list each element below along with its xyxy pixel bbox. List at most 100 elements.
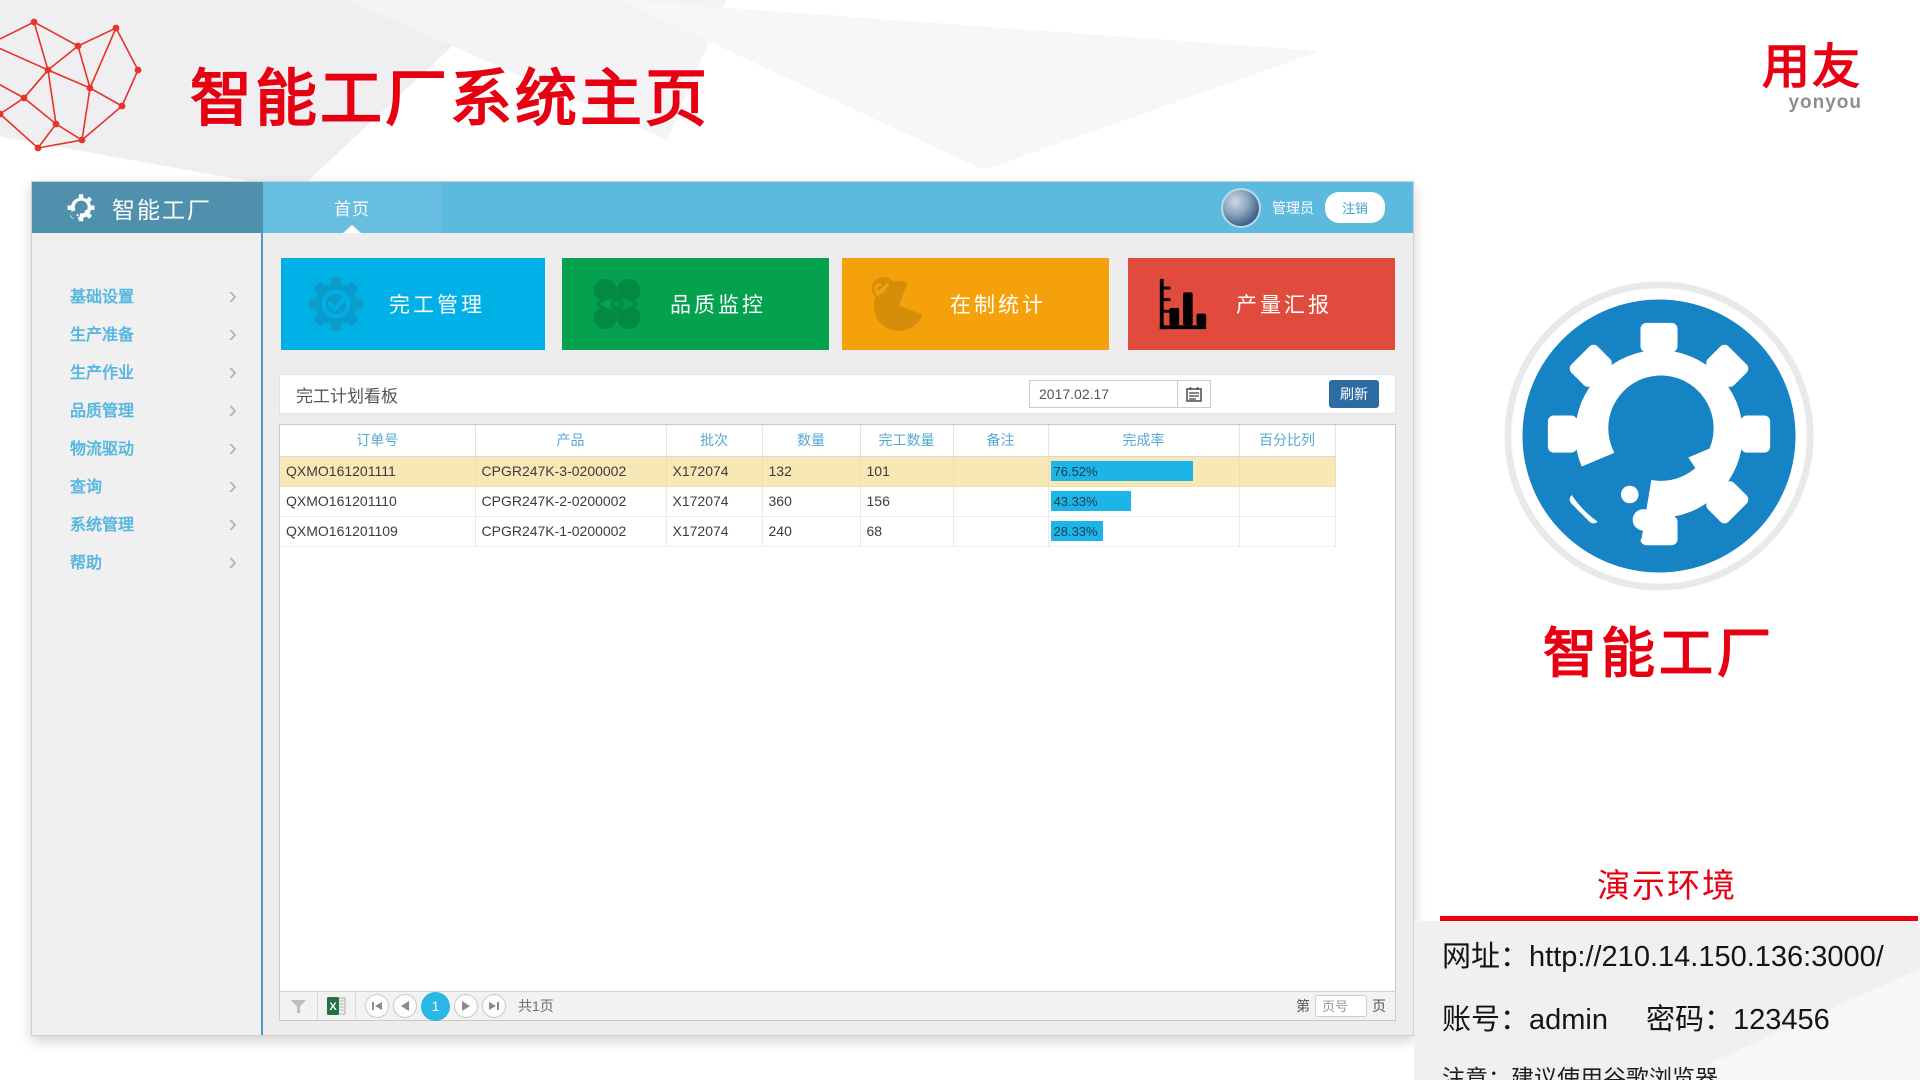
active-tab-notch xyxy=(343,225,361,233)
date-input[interactable] xyxy=(1029,380,1177,408)
url-label: 网址： xyxy=(1442,941,1529,973)
tile-label: 完工管理 xyxy=(389,289,485,319)
main-content: 完工管理 品质监控 xyxy=(265,233,1413,1035)
last-page-button[interactable] xyxy=(482,994,506,1018)
progress-bar: 76.52% xyxy=(1051,461,1193,481)
sidebar-item-label: 查询 xyxy=(70,473,102,497)
chevron-right-icon: › xyxy=(228,551,237,571)
yonyou-logo-en: yonyou xyxy=(1762,92,1862,114)
tile-output-report[interactable]: 产量汇报 xyxy=(1128,258,1395,350)
tab-home[interactable]: 首页 xyxy=(263,182,441,233)
cell-rate: 28.33% xyxy=(1048,516,1239,546)
progress-bar: 43.33% xyxy=(1051,491,1132,511)
page-title: 智能工厂系统主页 xyxy=(190,48,710,138)
goto-prefix: 第 xyxy=(1296,996,1310,1016)
prev-page-button[interactable] xyxy=(393,994,417,1018)
account-label: 账号： xyxy=(1442,1004,1529,1036)
cell-qty: 360 xyxy=(762,486,860,516)
logout-button[interactable]: 注销 xyxy=(1325,192,1385,223)
tile-completion-mgmt[interactable]: 完工管理 xyxy=(281,258,545,350)
col-note: 备注 xyxy=(953,425,1048,456)
sidebar-item-production-prep[interactable]: 生产准备 › xyxy=(32,314,261,352)
progress-label: 28.33% xyxy=(1051,524,1098,539)
url-line: 网址：http://210.14.150.136:3000/ xyxy=(1442,933,1906,975)
cell-done-qty: 156 xyxy=(860,486,953,516)
col-percent: 百分比列 xyxy=(1239,425,1335,456)
chevron-right-icon: › xyxy=(228,513,237,533)
demo-env-title: 演示环境 xyxy=(1414,859,1920,907)
sidebar: 基础设置› 生产准备› 生产作业› 品质管理› 物流驱动› 查询› 系统管理› … xyxy=(32,233,263,1035)
sidebar-item-logistics[interactable]: 物流驱动› xyxy=(32,428,261,466)
prev-page-icon xyxy=(401,1001,409,1011)
col-rate: 完成率 xyxy=(1048,425,1239,456)
tab-home-label: 首页 xyxy=(334,195,370,220)
app-header: 智能工厂 首页 管理员 注销 xyxy=(32,182,1413,233)
calendar-button[interactable] xyxy=(1177,380,1211,408)
app-brand: 智能工厂 xyxy=(32,182,263,233)
chevron-right-icon: › xyxy=(228,323,237,343)
sidebar-item-label: 系统管理 xyxy=(70,511,134,535)
col-batch: 批次 xyxy=(666,425,762,456)
sidebar-item-label: 生产准备 xyxy=(70,321,134,345)
calendar-icon xyxy=(1186,386,1202,402)
tile-wip-stats[interactable]: 在制统计 xyxy=(842,258,1109,350)
sidebar-item-basic-settings[interactable]: 基础设置› xyxy=(32,276,261,314)
pie-chart-icon xyxy=(868,275,926,333)
tile-quality-monitor[interactable]: 品质监控 xyxy=(562,258,829,350)
smart-factory-logo xyxy=(1503,280,1815,592)
quality-eye-icon xyxy=(588,275,646,333)
progress-label: 43.33% xyxy=(1051,494,1098,509)
col-order-no: 订单号 xyxy=(280,425,475,456)
chevron-right-icon: › xyxy=(228,475,237,495)
next-page-button[interactable] xyxy=(454,994,478,1018)
account-value: admin xyxy=(1529,1004,1608,1036)
export-excel-button[interactable]: X xyxy=(318,992,356,1020)
total-pages-label: 共1页 xyxy=(518,996,554,1016)
avatar[interactable] xyxy=(1221,188,1261,228)
refresh-button[interactable]: 刷新 xyxy=(1329,380,1379,408)
completion-plan-grid: 订单号 产品 批次 数量 完工数量 备注 完成率 百分比列 QXMO161201 xyxy=(279,424,1396,1021)
network-polygon-logo xyxy=(0,6,152,166)
next-page-icon xyxy=(462,1001,470,1011)
yonyou-logo-cn: 用友 xyxy=(1762,44,1862,92)
col-qty: 数量 xyxy=(762,425,860,456)
current-page-button[interactable]: 1 xyxy=(421,992,450,1021)
sidebar-item-label: 基础设置 xyxy=(70,283,134,307)
table-row[interactable]: QXMO161201111 CPGR247K-3-0200002 X172074… xyxy=(280,456,1335,486)
tile-label: 产量汇报 xyxy=(1236,289,1332,319)
filter-funnel-icon xyxy=(291,1000,306,1013)
chevron-right-icon: › xyxy=(228,437,237,457)
page-number-input[interactable] xyxy=(1315,995,1367,1017)
table-row[interactable]: QXMO161201109 CPGR247K-1-0200002 X172074… xyxy=(280,516,1335,546)
chevron-right-icon: › xyxy=(228,399,237,419)
cell-note xyxy=(953,516,1048,546)
sidebar-item-label: 生产作业 xyxy=(70,359,134,383)
cell-batch: X172074 xyxy=(666,516,762,546)
cell-done-qty: 101 xyxy=(860,456,953,486)
last-page-icon xyxy=(489,1001,499,1011)
filter-button[interactable] xyxy=(280,992,318,1020)
goto-page: 第 页 xyxy=(1296,995,1386,1017)
cell-batch: X172074 xyxy=(666,456,762,486)
sidebar-item-query[interactable]: 查询 › xyxy=(32,466,261,504)
sidebar-item-production-ops[interactable]: 生产作业 › xyxy=(32,352,261,390)
cell-product: CPGR247K-2-0200002 xyxy=(475,486,666,516)
cell-percent xyxy=(1239,516,1335,546)
demo-info: 网址：http://210.14.150.136:3000/ 账号：admin密… xyxy=(1414,921,1920,1080)
sidebar-item-help[interactable]: 帮助› xyxy=(32,542,261,580)
password-value: 123456 xyxy=(1733,1004,1830,1036)
sidebar-item-quality-mgmt[interactable]: 品质管理› xyxy=(32,390,261,428)
cell-percent xyxy=(1239,456,1335,486)
board-toolbar: 完工计划看板 刷新 xyxy=(279,374,1396,414)
chevron-right-icon: › xyxy=(228,361,237,381)
username-label: 管理员 xyxy=(1272,198,1314,218)
table-row[interactable]: QXMO161201110 CPGR247K-2-0200002 X172074… xyxy=(280,486,1335,516)
first-page-button[interactable] xyxy=(365,994,389,1018)
banner: 智能工厂系统主页 用友 yonyou xyxy=(0,0,1920,180)
board-title: 完工计划看板 xyxy=(296,382,398,407)
sidebar-item-system-mgmt[interactable]: 系统管理 › xyxy=(32,504,261,542)
gear-check-icon xyxy=(307,275,365,333)
cell-product: CPGR247K-3-0200002 xyxy=(475,456,666,486)
page: 智能工厂系统主页 用友 yonyou xyxy=(0,0,1920,1080)
bar-chart-icon xyxy=(1154,275,1212,333)
